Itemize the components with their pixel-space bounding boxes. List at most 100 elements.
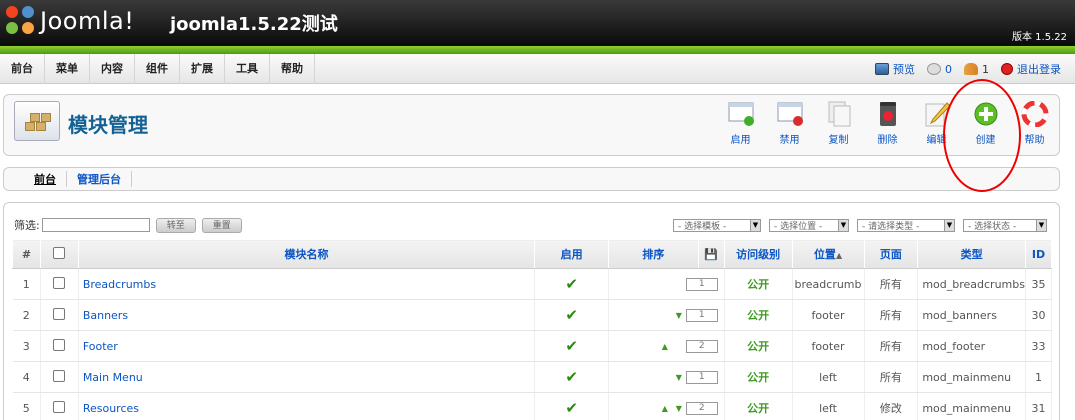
row-position: footer — [792, 330, 865, 362]
save-order-button[interactable]: 💾 — [697, 239, 725, 269]
page-title: 模块管理 — [68, 113, 148, 137]
module-name-link[interactable]: Breadcrumbs — [83, 278, 156, 291]
col-name[interactable]: 模块名称 — [77, 239, 536, 269]
tab-site[interactable]: 前台 — [24, 171, 67, 187]
row-access[interactable]: 公开 — [724, 361, 793, 393]
reset-button[interactable]: 重置 — [201, 217, 242, 233]
menu-content[interactable]: 内容 — [90, 54, 135, 84]
col-type[interactable]: 类型 — [917, 239, 1026, 269]
move-down-icon[interactable]: ▼ — [672, 311, 686, 320]
row-checkbox[interactable] — [53, 338, 66, 351]
row-checkbox-cell — [40, 299, 79, 331]
row-pages: 所有 — [864, 361, 919, 393]
table-row: 4 Main Menu ✔ ▼ 1 公开 left 所有 mod_mainmen… — [12, 361, 1053, 393]
order-input[interactable]: 2 — [685, 339, 718, 353]
col-enabled[interactable]: 启用 — [534, 239, 609, 269]
messages-link[interactable]: 0 — [927, 63, 952, 76]
copy-icon — [825, 101, 853, 127]
menu-components[interactable]: 组件 — [135, 54, 180, 84]
published-check-icon[interactable]: ✔ — [565, 337, 578, 355]
save-order-icon: 💾 — [704, 247, 719, 261]
preview-icon — [875, 63, 889, 75]
row-name-cell: Footer — [78, 330, 536, 362]
filter-input[interactable] — [41, 218, 150, 232]
row-access[interactable]: 公开 — [724, 392, 793, 420]
published-check-icon[interactable]: ✔ — [565, 306, 578, 324]
published-check-icon[interactable]: ✔ — [565, 368, 578, 386]
go-button[interactable]: 转至 — [155, 217, 196, 233]
row-access[interactable]: 公开 — [724, 268, 793, 300]
col-num: # — [12, 239, 41, 269]
enable-icon — [727, 101, 755, 127]
row-name-cell: Main Menu — [78, 361, 536, 393]
subnav: 前台 管理后台 — [3, 167, 1060, 191]
module-name-link[interactable]: Banners — [83, 309, 128, 322]
module-manager-icon — [14, 101, 60, 141]
site-title: joomla1.5.22测试 — [170, 14, 338, 35]
select-template[interactable]: - 选择模板 - ▼ — [673, 219, 761, 232]
col-id[interactable]: ID — [1024, 239, 1053, 269]
row-checkbox-cell — [40, 392, 79, 420]
modules-table: # 模块名称 启用 排序 💾 访问级别 位置▲ 页面 类型 ID 1 Bread… — [12, 239, 1053, 420]
move-up-icon[interactable]: ▲ — [658, 404, 672, 413]
row-num: 1 — [12, 268, 41, 300]
header-green-bar — [0, 46, 1075, 54]
order-input[interactable]: 1 — [685, 277, 718, 291]
menu-extensions[interactable]: 扩展 — [180, 54, 225, 84]
row-checkbox[interactable] — [53, 369, 66, 382]
row-access[interactable]: 公开 — [724, 299, 793, 331]
select-type[interactable]: - 请选择类型 - ▼ — [857, 219, 955, 232]
row-position: footer — [792, 299, 865, 331]
disable-button[interactable]: 禁用 — [765, 101, 814, 146]
module-name-link[interactable]: Footer — [83, 340, 118, 353]
row-pages: 所有 — [864, 299, 919, 331]
order-input[interactable]: 1 — [685, 308, 718, 322]
filter-label: 筛选: — [14, 219, 40, 232]
col-access[interactable]: 访问级别 — [723, 239, 793, 269]
enable-button[interactable]: 启用 — [716, 101, 765, 146]
chevron-down-icon: ▼ — [1036, 220, 1046, 231]
preview-link[interactable]: 预览 — [875, 61, 915, 77]
select-position[interactable]: - 选择位置 - ▼ — [769, 219, 849, 232]
menu-tools[interactable]: 工具 — [225, 54, 270, 84]
col-pages[interactable]: 页面 — [863, 239, 919, 269]
row-enabled-cell: ✔ — [534, 330, 609, 362]
menu-menus[interactable]: 菜单 — [45, 54, 90, 84]
published-check-icon[interactable]: ✔ — [565, 399, 578, 417]
row-order-cell: ▼ 1 — [608, 361, 725, 393]
module-name-link[interactable]: Resources — [83, 402, 139, 415]
col-position[interactable]: 位置▲ — [791, 239, 865, 269]
row-checkbox[interactable] — [53, 276, 66, 289]
delete-button[interactable]: 删除 — [863, 101, 912, 146]
sort-asc-icon: ▲ — [835, 251, 843, 260]
module-name-link[interactable]: Main Menu — [83, 371, 143, 384]
select-state[interactable]: - 选择状态 - ▼ — [963, 219, 1047, 232]
module-list-panel: 筛选: 转至 重置 - 选择模板 - ▼ - 选择位置 - ▼ - 请选择类型 - ▼… — [3, 202, 1060, 420]
row-checkbox-cell — [40, 361, 79, 393]
row-checkbox[interactable] — [53, 400, 66, 413]
copy-button[interactable]: 复制 — [814, 101, 863, 146]
published-check-icon[interactable]: ✔ — [565, 275, 578, 293]
joomla-logo: Joomla! — [6, 6, 134, 36]
row-access[interactable]: 公开 — [724, 330, 793, 362]
order-input[interactable]: 2 — [685, 401, 718, 415]
move-down-icon[interactable]: ▼ — [672, 373, 686, 382]
order-input[interactable]: 1 — [685, 370, 718, 384]
move-down-icon[interactable]: ▼ — [672, 404, 686, 413]
row-num: 2 — [12, 299, 41, 331]
tab-administrator[interactable]: 管理后台 — [67, 171, 132, 187]
move-up-icon[interactable]: ▲ — [658, 342, 672, 351]
menu-help[interactable]: 帮助 — [270, 54, 315, 84]
row-checkbox[interactable] — [53, 307, 66, 320]
check-all-checkbox[interactable] — [53, 246, 66, 259]
row-name-cell: Banners — [78, 299, 536, 331]
logout-link[interactable]: 退出登录 — [1001, 61, 1061, 77]
row-order-cell: ▲ ▼ 2 — [608, 392, 725, 420]
admin-menubar: 前台 菜单 内容 组件 扩展 工具 帮助 预览 0 1 退出登录 — [0, 54, 1075, 84]
menu-site[interactable]: 前台 — [0, 54, 45, 84]
row-order-cell: 1 — [608, 268, 725, 300]
col-order[interactable]: 排序 — [607, 239, 699, 269]
chevron-down-icon: ▼ — [838, 220, 848, 231]
row-num: 5 — [12, 392, 41, 420]
disable-icon — [776, 101, 804, 127]
